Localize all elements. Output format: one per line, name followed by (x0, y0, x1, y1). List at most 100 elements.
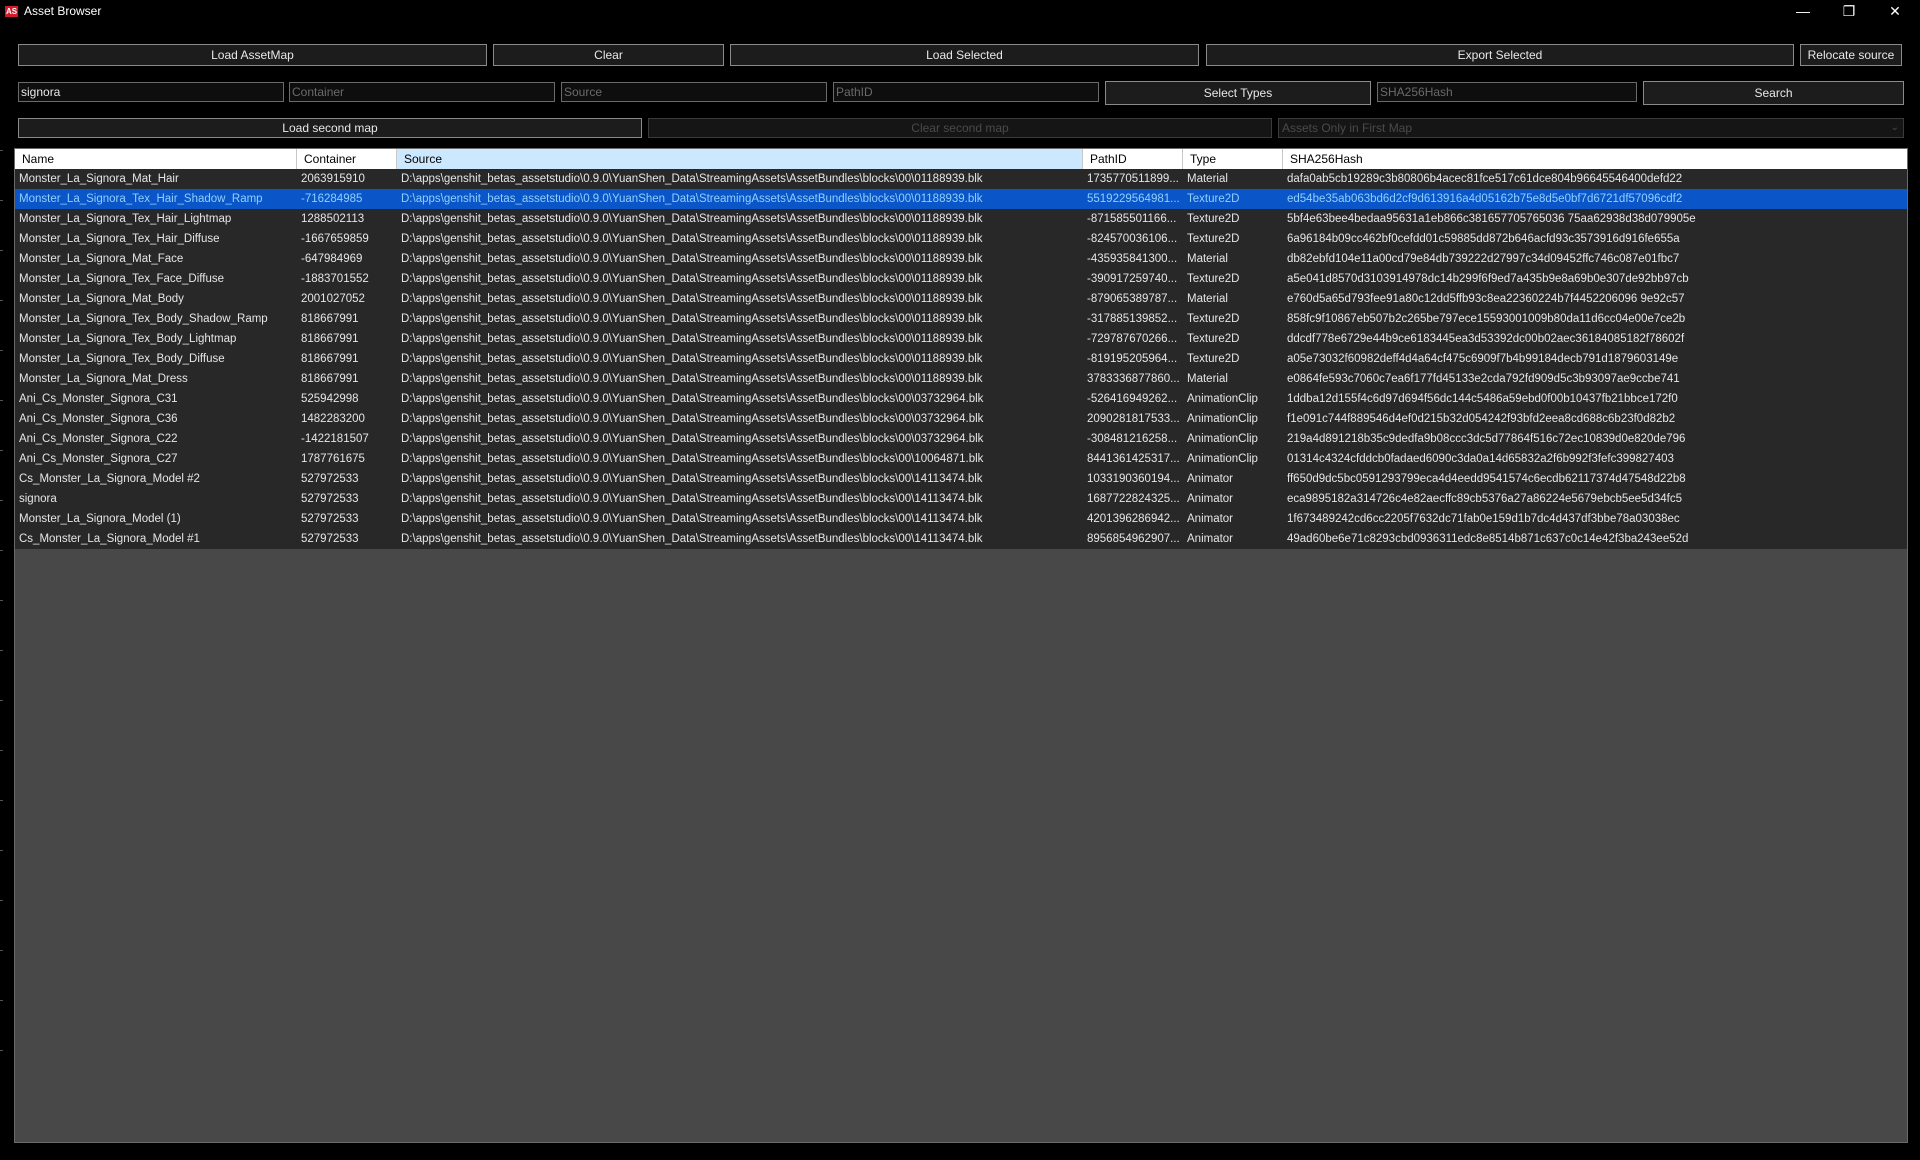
container-filter-input[interactable]: Container (289, 82, 555, 102)
cell-source: D:\apps\genshit_betas_assetstudio\0.9.0\… (401, 433, 984, 445)
cell-container: -716284985 (301, 193, 363, 205)
relocate-source-button[interactable]: Relocate source (1800, 44, 1902, 66)
cell-source: D:\apps\genshit_betas_assetstudio\0.9.0\… (401, 293, 983, 305)
cell-pathid: 3783336877860... (1087, 373, 1180, 385)
asset-table[interactable]: Name Container Source PathID Type SHA256… (14, 148, 1908, 1143)
cell-type: Texture2D (1187, 273, 1240, 285)
cell-hash: e0864fe593c7060c7ea6f177fd45133e2cda792f… (1287, 373, 1680, 385)
load-second-map-button[interactable]: Load second map (18, 118, 642, 138)
cell-hash: e760d5a65d793fee91a80c12dd5ffb93c8ea2236… (1287, 293, 1685, 305)
cell-name: Monster_La_Signora_Tex_Body_Diffuse (19, 353, 225, 365)
export-selected-button[interactable]: Export Selected (1206, 44, 1794, 66)
cell-hash: dafa0ab5cb19289c3b80806b4acec81fce517c61… (1287, 173, 1683, 185)
cell-name: signora (19, 493, 57, 505)
cell-source: D:\apps\genshit_betas_assetstudio\0.9.0\… (401, 253, 983, 265)
column-header-sha256[interactable]: SHA256Hash (1283, 149, 1907, 169)
cell-source: D:\apps\genshit_betas_assetstudio\0.9.0\… (401, 373, 983, 385)
chevron-down-icon: ⌄ (1890, 122, 1899, 133)
close-icon[interactable]: ✕ (1872, 0, 1918, 24)
cell-pathid: -308481216258... (1087, 433, 1178, 445)
cell-type: Texture2D (1187, 353, 1240, 365)
cell-type: Animator (1187, 473, 1234, 485)
search-button[interactable]: Search (1643, 81, 1904, 105)
minimize-icon[interactable]: — (1780, 0, 1826, 24)
cell-pathid: -526416949262... (1087, 393, 1178, 405)
cell-container: 2001027052 (301, 293, 365, 305)
cell-hash: ddcdf778e6729e44b9ce6183445ea3d53392dc00… (1287, 333, 1685, 345)
cell-name: Monster_La_Signora_Tex_Hair_Shadow_Ramp (19, 193, 263, 205)
column-header-source[interactable]: Source (397, 149, 1083, 169)
sha256-filter-input[interactable]: SHA256Hash (1377, 82, 1637, 102)
clear-button[interactable]: Clear (493, 44, 724, 66)
cell-name: Monster_La_Signora_Mat_Dress (19, 373, 188, 385)
cell-hash: 01314c4324cfddcb0fadaed6090c3da0a14d6583… (1287, 453, 1674, 465)
cell-source: D:\apps\genshit_betas_assetstudio\0.9.0\… (401, 493, 983, 505)
cell-pathid: -729787670266... (1087, 333, 1178, 345)
cell-hash: 6a96184b09cc462bf0cefdd01c59885dd872b646… (1287, 233, 1680, 245)
column-header-name[interactable]: Name (15, 149, 297, 169)
cell-source: D:\apps\genshit_betas_assetstudio\0.9.0\… (401, 233, 983, 245)
table-row[interactable]: Monster_La_Signora_Model (1) 527972533 D:\… (15, 509, 1907, 529)
table-row[interactable]: Monster_La_Signora_Mat_Hair 2063915910 D:\… (15, 169, 1907, 189)
table-row[interactable]: Monster_La_Signora_Mat_Body 2001027052 D:\… (15, 289, 1907, 309)
load-assetmap-button[interactable]: Load AssetMap (18, 44, 487, 66)
column-header-container[interactable]: Container (297, 149, 397, 169)
column-header-pathid[interactable]: PathID (1083, 149, 1183, 169)
table-row[interactable]: Monster_La_Signora_Tex_Face_Diffuse -1883… (15, 269, 1907, 289)
cell-container: 818667991 (301, 333, 359, 345)
cell-container: -1883701552 (301, 273, 369, 285)
cell-hash: db82ebfd104e11a00cd79e84db739222d27997c3… (1287, 253, 1680, 265)
title-bar: AS Asset Browser — ❐ ✕ (0, 0, 1920, 24)
cell-hash: ff650d9dc5bc0591293799eca4d4eedd9541574c… (1287, 473, 1686, 485)
table-row[interactable]: Ani_Cs_Monster_Signora_C36 1482283200 D:\a… (15, 409, 1907, 429)
cell-pathid: -317885139852... (1087, 313, 1178, 325)
table-row[interactable]: Monster_La_Signora_Tex_Hair_Diffuse -1667… (15, 229, 1907, 249)
table-row[interactable]: signora 527972533 D:\apps\genshit_betas_as… (15, 489, 1907, 509)
table-row[interactable]: Monster_La_Signora_Tex_Body_Diffuse 81866… (15, 349, 1907, 369)
cell-source: D:\apps\genshit_betas_assetstudio\0.9.0\… (401, 173, 983, 185)
table-row[interactable]: Ani_Cs_Monster_Signora_C22 -1422181507 D:\… (15, 429, 1907, 449)
table-row[interactable]: Cs_Monster_La_Signora_Model #1 527972533 D… (15, 529, 1907, 549)
cell-hash: a5e041d8570d3103914978dc14b299f6f9ed7a43… (1287, 273, 1689, 285)
cell-pathid: -879065389787... (1087, 293, 1178, 305)
source-filter-input[interactable]: Source (561, 82, 827, 102)
cell-container: 527972533 (301, 473, 359, 485)
table-row[interactable]: Ani_Cs_Monster_Signora_C31 525942998 D:\ap… (15, 389, 1907, 409)
select-types-button[interactable]: Select Types (1105, 81, 1371, 105)
cell-name: Ani_Cs_Monster_Signora_C31 (19, 393, 178, 405)
table-row[interactable]: Monster_La_Signora_Tex_Body_Shadow_Ramp 8… (15, 309, 1907, 329)
table-row[interactable]: Monster_La_Signora_Tex_Hair_Lightmap 1288… (15, 209, 1907, 229)
pathid-filter-input[interactable]: PathID (833, 82, 1099, 102)
cell-pathid: -819195205964... (1087, 353, 1178, 365)
cell-pathid: 8441361425317... (1087, 453, 1180, 465)
cell-hash: ed54be35ab063bd6d2cf9d613916a4d05162b75e… (1287, 193, 1683, 205)
cell-container: 527972533 (301, 533, 359, 545)
cell-type: Texture2D (1187, 333, 1240, 345)
restore-icon[interactable]: ❐ (1826, 0, 1872, 24)
cell-source: D:\apps\genshit_betas_assetstudio\0.9.0\… (401, 273, 983, 285)
table-row[interactable]: Monster_La_Signora_Mat_Face -647984969 D:\… (15, 249, 1907, 269)
cell-pathid: -871585501166... (1087, 213, 1177, 225)
sha256-placeholder: SHA256Hash (1380, 85, 1453, 99)
cell-source: D:\apps\genshit_betas_assetstudio\0.9.0\… (401, 513, 983, 525)
load-selected-button[interactable]: Load Selected (730, 44, 1199, 66)
table-row[interactable]: Monster_La_Signora_Tex_Body_Lightmap 8186… (15, 329, 1907, 349)
table-header: Name Container Source PathID Type SHA256… (15, 149, 1907, 169)
source-placeholder: Source (564, 85, 603, 99)
cell-source: D:\apps\genshit_betas_assetstudio\0.9.0\… (401, 193, 983, 205)
name-filter-input[interactable]: signora (18, 82, 284, 102)
table-row[interactable]: Ani_Cs_Monster_Signora_C27 1787761675 D:\a… (15, 449, 1907, 469)
cell-hash: 1f673489242cd6cc2205f7632dc71fab0e159d1b… (1287, 513, 1680, 525)
cell-pathid: 2090281817533... (1087, 413, 1180, 425)
table-row[interactable]: Cs_Monster_La_Signora_Model #2 527972533 D… (15, 469, 1907, 489)
pathid-placeholder: PathID (836, 85, 873, 99)
table-row[interactable]: Monster_La_Signora_Mat_Dress 818667991 D:\… (15, 369, 1907, 389)
table-row[interactable]: Monster_La_Signora_Tex_Hair_Shadow_Ramp -… (15, 189, 1907, 209)
app-icon: AS (5, 6, 18, 17)
cell-hash: 858fc9f10867eb507b2c265be797ece155930010… (1287, 313, 1686, 325)
column-header-type[interactable]: Type (1183, 149, 1283, 169)
cell-container: -1422181507 (301, 433, 369, 445)
cell-container: 1482283200 (301, 413, 365, 425)
cell-hash: 1ddba12d155f4c6d97d694f56dc144c5486a59eb… (1287, 393, 1678, 405)
cell-pathid: -390917259740... (1087, 273, 1178, 285)
